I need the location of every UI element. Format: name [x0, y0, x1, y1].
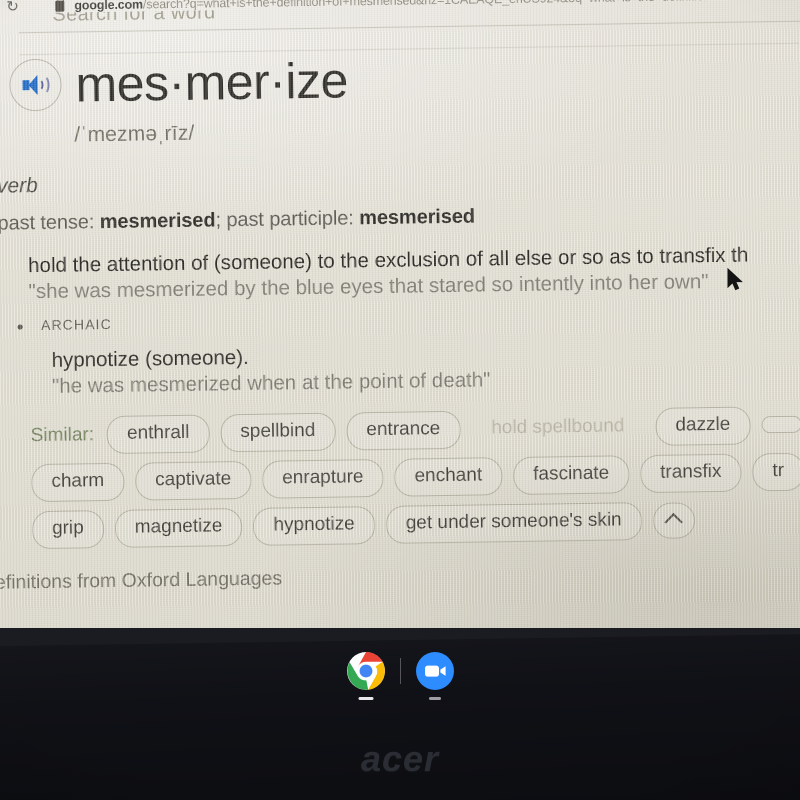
similar-row-3: grip magnetize hypnotize get under someo… — [31, 499, 800, 549]
similar-chip[interactable]: captivate — [134, 460, 252, 501]
speaker-icon[interactable] — [9, 58, 62, 112]
sense-2: • ARCHAIC — [13, 305, 800, 340]
chevron-up-icon[interactable] — [652, 502, 695, 539]
zoom-app-icon[interactable] — [415, 651, 455, 700]
chrome-icon[interactable] — [346, 651, 386, 700]
similar-chip[interactable]: magnetize — [114, 507, 243, 548]
zoom-running-indicator — [428, 697, 441, 700]
shelf-divider — [399, 658, 401, 684]
past-tense-value: mesmerised — [99, 208, 216, 233]
similar-chip[interactable]: spellbind — [220, 412, 336, 453]
brand-logo: acer — [360, 738, 440, 779]
page-title: mes·mer·ize — [75, 52, 349, 113]
laptop-photo: ↻ google.com/search?q=what+is+the+defini… — [0, 0, 800, 800]
lock-icon — [55, 0, 65, 12]
source-attribution: efinitions from Oxford Languages — [0, 567, 283, 594]
headword-row: mes·mer·ize — [1, 47, 800, 112]
part-of-speech: verb — [0, 173, 39, 198]
similar-chip[interactable]: get under someone's skin — [385, 501, 642, 544]
inflections: past tense: mesmerised; past participle:… — [0, 200, 800, 235]
similar-chip[interactable]: transfix — [639, 453, 742, 493]
sense-1: hold the attention of (someone) to the e… — [28, 241, 800, 305]
similar-chip[interactable]: charm — [31, 462, 125, 502]
similar-chip[interactable]: enthrall — [106, 414, 210, 454]
similar-chip-clipped[interactable] — [761, 416, 800, 434]
device-bezel: acer — [0, 628, 800, 800]
sense-2-label: ARCHAIC — [40, 315, 112, 333]
similar-chip[interactable]: hold spellbound — [471, 408, 645, 448]
sense-2-body: hypnotize (someone). "he was mesmerized … — [51, 336, 800, 401]
chevron-up-glyph — [664, 512, 683, 532]
tenses-mid: ; past participle: — [215, 206, 360, 231]
similar-chip[interactable]: entrance — [346, 410, 461, 451]
similar-chip[interactable]: fascinate — [512, 455, 630, 495]
chrome-running-indicator — [358, 697, 373, 700]
bullet-icon: • — [16, 317, 24, 339]
phonetic-transcription: /ˈmezməˌrīz/ — [74, 121, 195, 146]
similar-row-1: Similar: enthrall spellbind entrance hol… — [30, 405, 800, 455]
similar-chip-clipped[interactable]: tr — [752, 452, 800, 492]
similar-chip[interactable]: dazzle — [655, 406, 751, 446]
similar-row-2: charm captivate enrapture enchant fascin… — [31, 452, 800, 502]
similar-chip[interactable]: hypnotize — [253, 505, 376, 546]
similar-chip[interactable]: grip — [31, 509, 105, 549]
similar-chip[interactable]: enchant — [394, 457, 503, 497]
similar-label: Similar: — [30, 424, 95, 447]
similar-section: Similar: enthrall spellbind entrance hol… — [30, 405, 800, 549]
laptop-screen: ↻ google.com/search?q=what+is+the+defini… — [0, 0, 800, 644]
tenses-prefix: past tense: — [0, 210, 100, 235]
past-participle-value: mesmerised — [359, 205, 476, 229]
dictionary-card: mes·mer·ize /ˈmezməˌrīz/ verb past tense… — [0, 47, 800, 594]
speaker-glyph — [22, 75, 50, 96]
reload-icon[interactable]: ↻ — [6, 0, 21, 15]
chromeos-shelf — [0, 638, 800, 704]
similar-chip[interactable]: enrapture — [261, 458, 384, 499]
